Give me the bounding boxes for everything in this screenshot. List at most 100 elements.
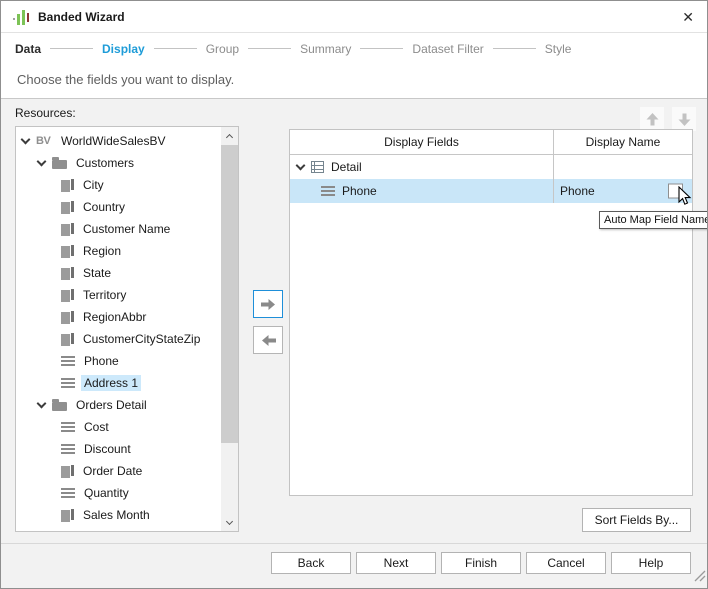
column-icon bbox=[61, 289, 74, 302]
tree-item-city[interactable]: City bbox=[16, 174, 220, 196]
step-group[interactable]: Group bbox=[206, 42, 239, 56]
arrow-up-icon bbox=[646, 113, 659, 126]
tree-item-state[interactable]: State bbox=[16, 262, 220, 284]
tree-item-label: Country bbox=[80, 199, 128, 215]
cancel-button[interactable]: Cancel bbox=[526, 552, 606, 574]
lines-icon bbox=[61, 422, 75, 432]
display-name-value: Phone bbox=[560, 184, 595, 198]
step-connector bbox=[493, 48, 536, 49]
column-header-display-name: Display Name bbox=[554, 130, 692, 154]
column-icon bbox=[61, 201, 74, 214]
mouse-cursor-icon bbox=[678, 186, 692, 211]
arrow-left-icon bbox=[261, 334, 276, 347]
step-connector bbox=[154, 48, 197, 49]
tree-item-label: Territory bbox=[80, 287, 129, 303]
table-row-detail[interactable]: Detail bbox=[290, 155, 692, 179]
title-bar: Banded Wizard ✕ bbox=[1, 1, 707, 33]
tree-item-label: Order Date bbox=[80, 463, 145, 479]
column-icon bbox=[61, 245, 74, 258]
tree-item-order-date[interactable]: Order Date bbox=[16, 460, 220, 482]
tree-item-label: State bbox=[80, 265, 114, 281]
tree-item-region[interactable]: Region bbox=[16, 240, 220, 262]
chevron-down-icon[interactable] bbox=[296, 160, 306, 170]
resource-tree: BVWorldWideSalesBVCustomers City Country Cu… bbox=[16, 130, 220, 526]
tree-item-phone[interactable]: Phone bbox=[16, 350, 220, 372]
tree-item-regionabbr[interactable]: RegionAbbr bbox=[16, 306, 220, 328]
tree-item-label: Orders Detail bbox=[73, 397, 150, 413]
sort-fields-by-button[interactable]: Sort Fields By... bbox=[582, 508, 691, 532]
footer-buttons: BackNextFinishCancelHelp bbox=[271, 552, 691, 574]
banded-report-icon bbox=[13, 9, 30, 30]
chevron-down-icon[interactable] bbox=[37, 156, 47, 166]
next-button[interactable]: Next bbox=[356, 552, 436, 574]
lines-icon bbox=[61, 356, 75, 366]
step-summary[interactable]: Summary bbox=[300, 42, 351, 56]
tree-item-discount[interactable]: Discount bbox=[16, 438, 220, 460]
close-icon[interactable]: ✕ bbox=[682, 9, 694, 25]
tree-item-address-1[interactable]: Address 1 bbox=[16, 372, 220, 394]
move-up-button[interactable] bbox=[640, 107, 664, 131]
step-style[interactable]: Style bbox=[545, 42, 572, 56]
chevron-up-icon bbox=[226, 133, 233, 140]
resources-label: Resources: bbox=[15, 106, 76, 120]
tree-item-sales-month[interactable]: Sales Month bbox=[16, 504, 220, 526]
table-row-phone[interactable]: Phone Phone bbox=[290, 179, 692, 203]
footer-divider bbox=[1, 543, 707, 544]
tree-item-customers[interactable]: Customers bbox=[16, 152, 220, 174]
lines-icon bbox=[61, 444, 75, 454]
lines-icon bbox=[61, 378, 75, 388]
tree-item-label: Sales Month bbox=[80, 507, 153, 523]
tree-item-label: City bbox=[80, 177, 107, 193]
tooltip: Auto Map Field Name bbox=[599, 211, 708, 229]
tree-item-orders-detail[interactable]: Orders Detail bbox=[16, 394, 220, 416]
wizard-content: Resources: BVWorldWideSalesBVCustomers Ci… bbox=[1, 99, 707, 588]
lines-icon bbox=[61, 488, 75, 498]
tree-item-label: Region bbox=[80, 243, 124, 259]
tree-item-country[interactable]: Country bbox=[16, 196, 220, 218]
column-icon bbox=[61, 311, 74, 324]
step-display[interactable]: Display bbox=[102, 42, 145, 56]
tree-item-customercitystatezip[interactable]: CustomerCityStateZip bbox=[16, 328, 220, 350]
finish-button[interactable]: Finish bbox=[441, 552, 521, 574]
step-connector bbox=[50, 48, 93, 49]
tree-item-cost[interactable]: Cost bbox=[16, 416, 220, 438]
column-icon bbox=[61, 509, 74, 522]
tree-item-quantity[interactable]: Quantity bbox=[16, 482, 220, 504]
resize-grip[interactable] bbox=[694, 569, 706, 587]
step-data[interactable]: Data bbox=[15, 42, 41, 56]
tree-item-label: CustomerCityStateZip bbox=[80, 331, 203, 347]
display-field-cell[interactable]: Detail bbox=[290, 155, 554, 179]
column-icon bbox=[61, 465, 74, 478]
tree-item-territory[interactable]: Territory bbox=[16, 284, 220, 306]
bv-icon: BV bbox=[36, 135, 56, 147]
scroll-down-icon[interactable] bbox=[221, 514, 238, 531]
field-label: Detail bbox=[331, 160, 362, 174]
remove-field-button[interactable] bbox=[253, 326, 283, 354]
tree-item-worldwidesalesbv[interactable]: BVWorldWideSalesBV bbox=[16, 130, 220, 152]
tree-item-label: Customer Name bbox=[80, 221, 173, 237]
chevron-down-icon[interactable] bbox=[21, 134, 31, 144]
column-header-display-fields: Display Fields bbox=[290, 130, 554, 154]
tree-item-customer-name[interactable]: Customer Name bbox=[16, 218, 220, 240]
display-fields-table: Display Fields Display Name DetailPhoneP… bbox=[289, 129, 693, 496]
folder-icon bbox=[52, 402, 67, 411]
help-button[interactable]: Help bbox=[611, 552, 691, 574]
back-button[interactable]: Back bbox=[271, 552, 351, 574]
display-name-cell[interactable] bbox=[554, 155, 692, 179]
step-connector bbox=[248, 48, 291, 49]
display-name-cell[interactable]: Phone bbox=[554, 179, 692, 203]
scroll-up-icon[interactable] bbox=[221, 127, 238, 144]
column-icon bbox=[61, 267, 74, 280]
chevron-down-icon[interactable] bbox=[37, 398, 47, 408]
tree-item-label: Cost bbox=[81, 419, 112, 435]
field-label: Phone bbox=[342, 184, 377, 198]
scrollbar-thumb[interactable] bbox=[221, 145, 238, 443]
step-dataset-filter[interactable]: Dataset Filter bbox=[412, 42, 483, 56]
tree-item-label: Address 1 bbox=[81, 375, 141, 391]
move-down-button[interactable] bbox=[672, 107, 696, 131]
tree-scrollbar[interactable] bbox=[221, 127, 238, 531]
tree-item-label: Quantity bbox=[81, 485, 132, 501]
arrow-down-icon bbox=[678, 113, 691, 126]
add-field-button[interactable] bbox=[253, 290, 283, 318]
display-field-cell[interactable]: Phone bbox=[290, 179, 554, 203]
